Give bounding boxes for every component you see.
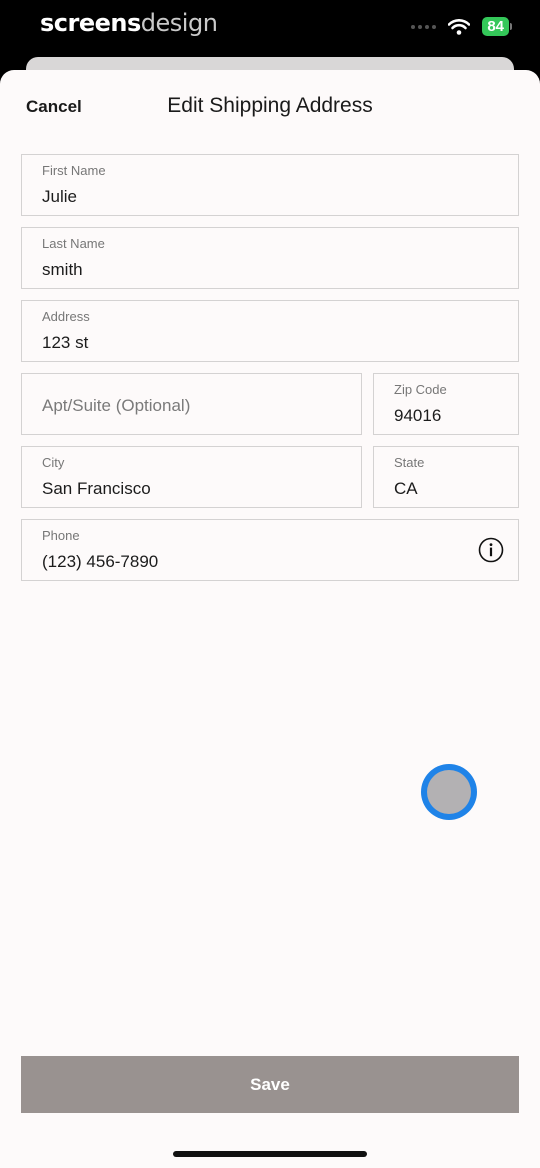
- address-value[interactable]: 123 st: [42, 333, 88, 353]
- phone-value[interactable]: (123) 456-7890: [42, 552, 158, 572]
- signal-dots-icon: [411, 24, 437, 29]
- page-title: Edit Shipping Address: [167, 94, 373, 117]
- apt-suite-placeholder: Apt/Suite (Optional): [42, 396, 191, 415]
- status-bar: screensdesign 84: [0, 0, 540, 58]
- brand-logo-part1: screens: [40, 9, 141, 37]
- zip-code-field[interactable]: Zip Code 94016: [373, 373, 519, 435]
- apt-suite-field[interactable]: Apt/Suite (Optional): [21, 373, 362, 435]
- phone-label: Phone: [42, 528, 80, 543]
- wifi-icon: [448, 18, 471, 35]
- first-name-label: First Name: [42, 163, 106, 178]
- first-name-field[interactable]: First Name Julie: [21, 154, 519, 216]
- zip-code-value[interactable]: 94016: [394, 406, 441, 426]
- state-label: State: [394, 455, 425, 470]
- last-name-label: Last Name: [42, 236, 105, 251]
- last-name-value[interactable]: smith: [42, 260, 83, 280]
- info-icon[interactable]: [478, 537, 504, 563]
- state-field[interactable]: State CA: [373, 446, 519, 508]
- battery-level: 84: [482, 17, 509, 36]
- city-value[interactable]: San Francisco: [42, 479, 151, 499]
- phone-field[interactable]: Phone (123) 456-7890: [21, 519, 519, 581]
- save-button[interactable]: Save: [21, 1056, 519, 1113]
- brand-logo: screensdesign: [40, 9, 218, 37]
- address-label: Address: [42, 309, 90, 324]
- address-field[interactable]: Address 123 st: [21, 300, 519, 362]
- touch-indicator: [421, 764, 477, 820]
- city-field[interactable]: City San Francisco: [21, 446, 362, 508]
- last-name-field[interactable]: Last Name smith: [21, 227, 519, 289]
- status-icons: 84: [411, 17, 512, 36]
- edit-address-sheet: Cancel Edit Shipping Address First Name …: [0, 70, 540, 1168]
- state-value[interactable]: CA: [394, 479, 418, 499]
- battery-icon: 84: [482, 17, 512, 36]
- first-name-value[interactable]: Julie: [42, 187, 77, 207]
- brand-logo-part2: design: [140, 9, 218, 37]
- zip-code-label: Zip Code: [394, 382, 447, 397]
- city-label: City: [42, 455, 65, 470]
- home-indicator[interactable]: [173, 1151, 367, 1157]
